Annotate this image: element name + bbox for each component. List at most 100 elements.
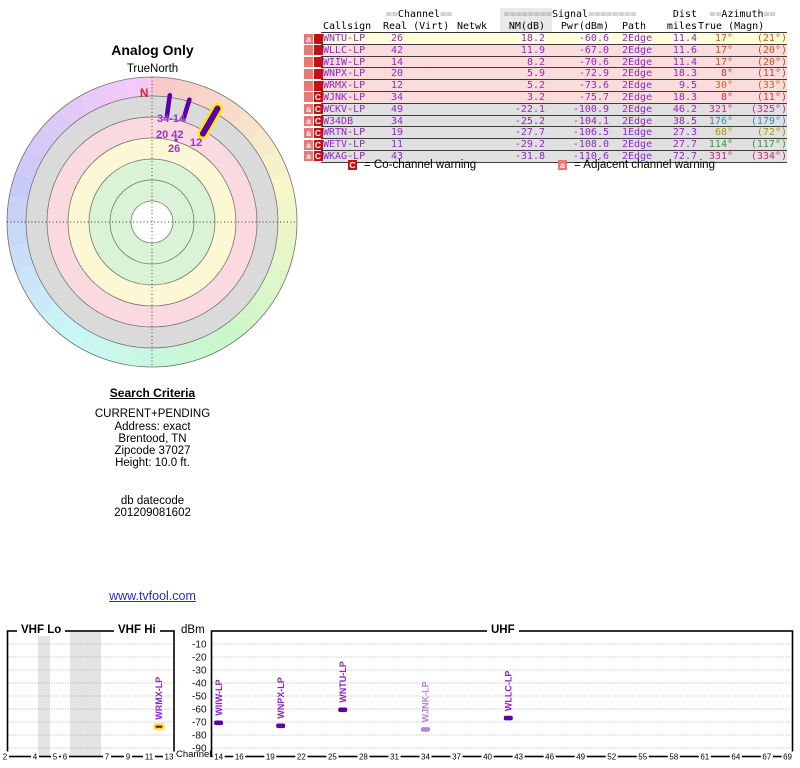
channel-tick-label: 22	[297, 752, 306, 761]
station-label: WLLC-LP	[503, 671, 513, 711]
cell-magn-azimuth: (20°)	[756, 56, 787, 68]
cell-nm-db: -25.2	[514, 115, 545, 127]
legend-co-channel-text: = Co-channel warning	[364, 159, 477, 171]
cell-pwr-dbm: -60.6	[578, 33, 609, 44]
table-row: a C WCKV-LP 49 -22.1 -100.9 2Edge 46.2 3…	[304, 103, 787, 116]
cell-real-channel: 12	[390, 80, 403, 92]
cell-true-azimuth: 17°	[714, 44, 733, 56]
cell-true-azimuth: 8°	[720, 91, 733, 103]
radar-plot: N 34-14 20 42 26 12	[6, 76, 298, 368]
cell-netwk	[455, 68, 489, 79]
cell-miles: 27.7	[672, 139, 697, 151]
channel-tick-label: 61	[700, 752, 709, 761]
co-channel-badge	[313, 33, 323, 44]
station-label: WNTU-LP	[338, 661, 348, 703]
search-line: Brentood, TN	[118, 432, 187, 445]
cell-pwr-dbm: -75.7	[578, 91, 609, 103]
y-tick-label: -10	[192, 640, 207, 651]
channel-tick-label: 16	[235, 752, 244, 761]
channel-tick-label: 37	[452, 752, 461, 761]
cell-magn-azimuth: (33°)	[756, 80, 787, 92]
cell-virt-channel	[403, 57, 455, 68]
cell-netwk	[455, 104, 489, 115]
y-tick-label: -60	[192, 705, 207, 716]
legend-adjacent-text: = Adjacent channel warning	[574, 159, 715, 171]
cell-path: 2Edge	[622, 139, 653, 151]
cell-netwk	[455, 57, 489, 68]
cell-nm-db: -29.2	[514, 139, 545, 151]
channel-tick-label: 6	[63, 752, 68, 761]
cell-netwk	[455, 80, 489, 91]
x-axis-title: Channel	[176, 749, 212, 760]
cell-miles: 27.3	[672, 127, 697, 139]
channel-tick-label: 58	[669, 752, 678, 761]
adjacent-channel-badge	[304, 80, 313, 91]
table-row: WRMX-LP 12 5.2 -73.6 2Edge 9.5 30° (33°)	[304, 80, 787, 92]
adjacent-channel-badge	[304, 45, 313, 56]
cell-pwr-dbm: -73.6	[578, 80, 609, 92]
co-channel-badge: C	[313, 104, 323, 115]
cell-magn-azimuth: (21°)	[756, 33, 787, 44]
channel-tick-label: 52	[607, 752, 616, 761]
cell-pwr-dbm: -70.6	[578, 56, 609, 68]
co-channel-badge: C	[313, 92, 323, 103]
search-line: Address: exact	[114, 420, 191, 433]
cell-callsign: WNTU-LP	[323, 33, 366, 44]
cell-true-azimuth: 17°	[714, 33, 733, 44]
cell-real-channel: 34	[390, 115, 403, 127]
radar-beam-label: 26	[168, 143, 180, 155]
cell-miles: 38.5	[672, 115, 697, 127]
station-marker: WIIW-LP	[214, 679, 224, 726]
band-label-vhf-lo: VHF Lo	[17, 624, 66, 636]
db-datecode-label: db datecode	[120, 494, 185, 507]
table-row: WNPX-LP 20 5.9 -72.9 2Edge 18.3 8° (11°)	[304, 68, 787, 81]
band-label-vhf-hi: VHF Hi	[114, 624, 160, 636]
cell-magn-azimuth: (11°)	[756, 91, 787, 103]
search-criteria-title: Search Criteria	[109, 386, 196, 400]
table-header-azimuth: ==Azimuth==	[709, 9, 776, 20]
y-tick-label: -80	[192, 731, 207, 742]
channel-tick-label: 43	[514, 752, 523, 761]
y-tick-label: -50	[192, 692, 207, 703]
cell-callsign: W34DB	[323, 115, 354, 127]
cell-nm-db: 3.2	[526, 91, 545, 103]
cell-netwk	[455, 116, 489, 127]
cell-miles: 46.2	[672, 103, 697, 115]
cell-pwr-dbm: -108.0	[572, 139, 609, 151]
search-criteria: Search Criteria CURRENT+PENDING Address:…	[30, 387, 275, 519]
cell-virt-channel	[403, 68, 455, 79]
cell-virt-channel	[403, 116, 455, 127]
channel-tick-label: 67	[762, 752, 771, 761]
channel-tick-label: 64	[731, 752, 740, 761]
table-row: WIIW-LP 14 8.2 -70.6 2Edge 11.4 17° (20°…	[304, 56, 787, 69]
compass-n-label: N	[140, 88, 148, 100]
cell-nm-db: 5.2	[526, 80, 545, 92]
adjacent-channel-badge: a	[304, 116, 313, 127]
table-row: a WNTU-LP 26 18.2 -60.6 2Edge 11.4 17° (…	[304, 33, 787, 45]
co-channel-badge	[313, 45, 323, 56]
cell-path: 2Edge	[622, 91, 653, 103]
station-marker: WNTU-LP	[338, 661, 348, 713]
fm-gap-band	[38, 632, 101, 756]
channel-tick-label: 4	[33, 752, 38, 761]
tvfool-link[interactable]: www.tvfool.com	[30, 589, 275, 603]
channel-tick-label: 19	[266, 752, 275, 761]
cell-pwr-dbm: -106.5	[572, 127, 609, 139]
cell-real-channel: 20	[390, 68, 403, 80]
co-channel-badge: C	[313, 127, 323, 138]
cell-magn-azimuth: (179°)	[750, 115, 787, 127]
legend-adjacent: a = Adjacent channel warning	[558, 159, 715, 171]
cell-nm-db: 5.9	[526, 68, 545, 80]
channel-tick-label: 69	[783, 752, 792, 761]
cell-nm-db: 8.2	[526, 56, 545, 68]
cell-true-azimuth: 176°	[708, 115, 733, 127]
cell-callsign: WNPX-LP	[323, 68, 366, 80]
cell-miles: 18.3	[672, 91, 697, 103]
cell-true-azimuth: 30°	[714, 80, 733, 92]
legend-co-channel: C = Co-channel warning	[348, 159, 476, 171]
channel-tick-label: 13	[165, 752, 174, 761]
cell-netwk	[455, 139, 489, 150]
search-line: CURRENT+PENDING	[94, 408, 211, 421]
cell-pwr-dbm: -104.1	[572, 115, 609, 127]
station-label: WRMX-LP	[154, 677, 164, 720]
